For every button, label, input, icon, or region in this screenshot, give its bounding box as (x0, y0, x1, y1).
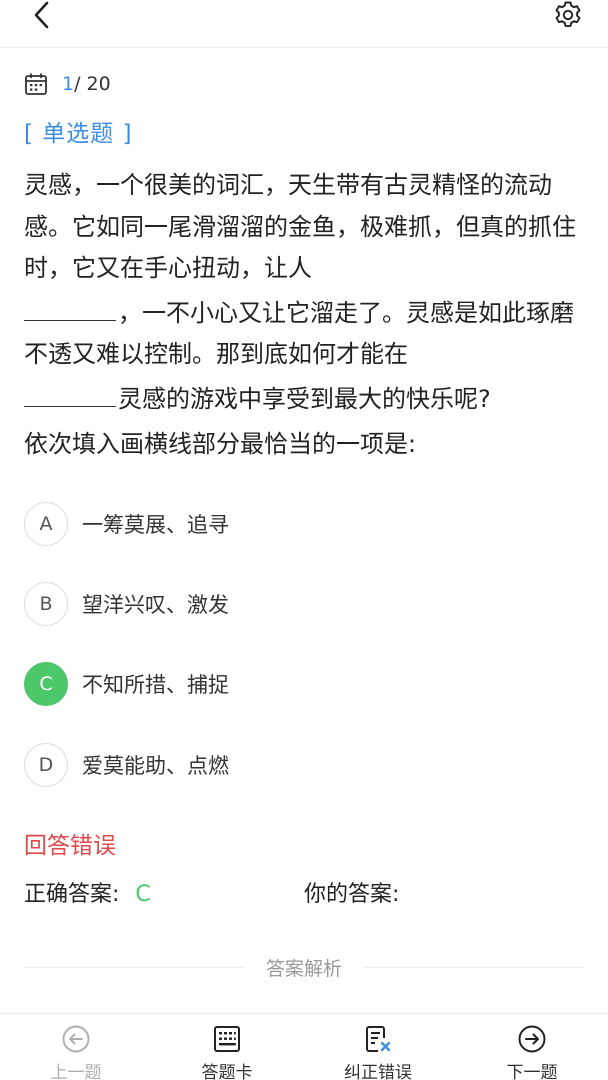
total-questions: / 20 (74, 73, 111, 95)
question-stem: 灵感，一个很美的词汇，天生带有古灵精怪的流动感。它如同一尾滑溜溜的金鱼，极难抓，… (24, 165, 589, 420)
option-c[interactable]: C 不知所措、捕捉 (24, 662, 584, 706)
arrow-left-circle-icon (62, 1025, 90, 1053)
back-button[interactable] (26, 0, 58, 30)
gear-icon (555, 1, 581, 27)
calendar-icon (25, 73, 47, 95)
answer-status: 回答错误 (24, 833, 116, 859)
your-answer: 你的答案: (304, 876, 399, 908)
next-question-button[interactable]: 下一题 (472, 1014, 592, 1080)
blank-2 (24, 376, 116, 407)
option-text: 一筹莫展、追寻 (82, 513, 229, 537)
correct-answer-value: C (135, 882, 151, 907)
option-text: 爱莫能助、点燃 (82, 754, 229, 778)
next-question-label: 下一题 (506, 1063, 558, 1080)
top-bar (0, 0, 608, 48)
analysis-divider: 答案解析 (24, 952, 585, 982)
your-answer-label: 你的答案: (304, 882, 400, 907)
chevron-left-icon (34, 1, 49, 29)
option-text: 不知所措、捕捉 (82, 673, 229, 697)
prev-question-label: 上一题 (50, 1063, 102, 1080)
current-question-number: 1 (62, 73, 75, 95)
option-letter: A (24, 502, 68, 546)
option-letter: D (24, 743, 68, 787)
option-text: 望洋兴叹、激发 (82, 593, 229, 617)
option-d[interactable]: D 爱莫能助、点燃 (24, 743, 584, 787)
answer-card-icon (214, 1026, 240, 1052)
divider-line (364, 966, 585, 968)
correct-answer-label: 正确答案: (24, 882, 120, 907)
report-error-icon (366, 1026, 391, 1052)
option-letter-correct: C (24, 662, 68, 706)
question-text-part3: 灵感的游戏中享受到最大的快乐呢? (118, 384, 491, 413)
answer-card-button[interactable]: 答题卡 (167, 1014, 287, 1080)
arrow-right-circle-icon (518, 1025, 546, 1053)
settings-button[interactable] (552, 0, 584, 30)
option-b[interactable]: B 望洋兴叹、激发 (24, 582, 584, 626)
prev-question-button[interactable]: 上一题 (16, 1014, 136, 1080)
report-error-label: 纠正错误 (344, 1063, 412, 1080)
analysis-label: 答案解析 (266, 957, 343, 980)
question-text-part1: 灵感，一个很美的词汇，天生带有古灵精怪的流动感。它如同一尾滑溜溜的金鱼，极难抓，… (24, 171, 576, 282)
blank-1 (24, 290, 116, 321)
option-letter: B (24, 582, 68, 626)
question-progress: 1 / 20 (24, 70, 111, 98)
answer-card-label: 答题卡 (201, 1063, 253, 1080)
report-error-button[interactable]: 纠正错误 (318, 1014, 438, 1080)
divider-line (24, 966, 244, 968)
correct-answer: 正确答案: C (24, 876, 151, 908)
option-a[interactable]: A 一筹莫展、追寻 (24, 502, 584, 546)
question-prompt: 依次填入画横线部分最恰当的一项是: (24, 430, 417, 458)
bottom-nav: 上一题 答题卡 纠正错误 下一题 (0, 1013, 608, 1080)
question-type: [ 单选题 ] (24, 121, 133, 147)
